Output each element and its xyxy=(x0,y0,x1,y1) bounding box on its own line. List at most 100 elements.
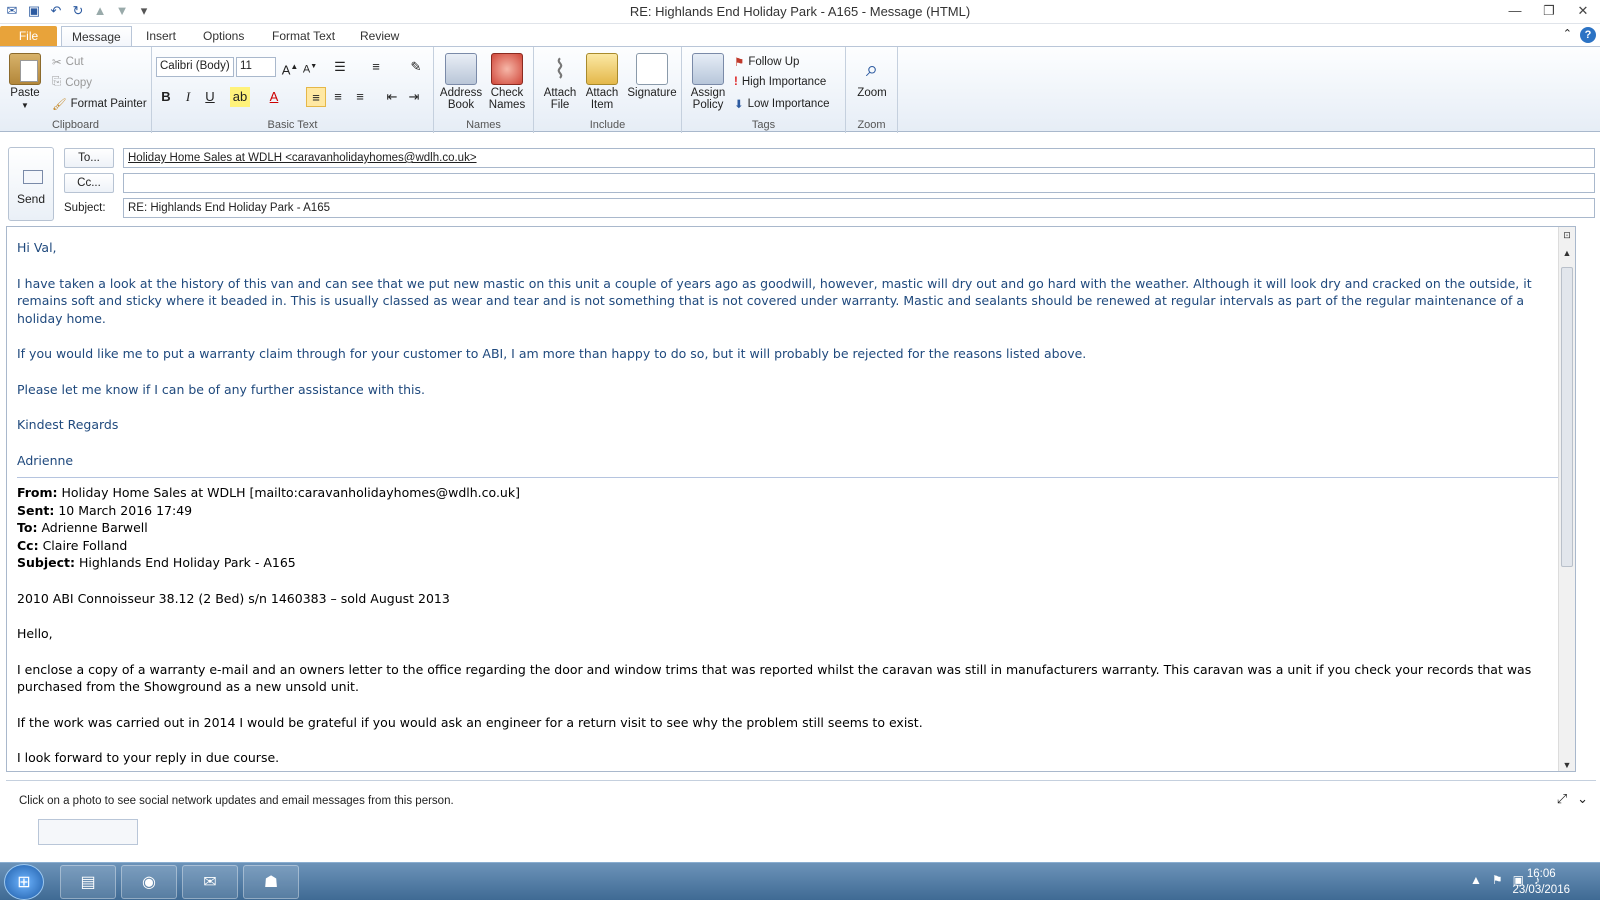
restore-button[interactable]: ❐ xyxy=(1532,0,1566,22)
italic-icon[interactable]: I xyxy=(178,87,198,107)
help-icon[interactable]: ? xyxy=(1580,27,1596,43)
shrink-font-icon[interactable]: A▼ xyxy=(300,57,320,77)
check-names-icon xyxy=(491,53,523,85)
tab-review[interactable]: Review xyxy=(350,26,409,46)
start-button[interactable]: ⊞ xyxy=(4,864,44,900)
format-painter-button[interactable]: 🖌 Format Painter xyxy=(52,97,147,111)
attach-item-button[interactable]: Attach Item xyxy=(582,53,622,111)
people-pane: Click on a photo to see social network u… xyxy=(6,780,1596,845)
title-bar: ✉ ▣ ↶ ↻ ▲ ▼ ▾ RE: Highlands End Holiday … xyxy=(0,0,1600,24)
to-recipient[interactable]: Holiday Home Sales at WDLH <caravanholid… xyxy=(128,152,477,164)
body-content[interactable]: Hi Val, I have taken a look at the histo… xyxy=(17,239,1565,771)
scroll-down-icon[interactable]: ▼ xyxy=(1559,757,1575,771)
clock-date: 23/03/2016 xyxy=(1512,884,1570,896)
original-to: Adrienne Barwell xyxy=(41,520,148,535)
signature-button[interactable]: Signature xyxy=(624,53,680,99)
explorer-task[interactable]: ▤ xyxy=(60,865,116,899)
decrease-indent-icon[interactable]: ⇤ xyxy=(382,87,402,107)
expand-icon[interactable]: ⤢ xyxy=(1557,791,1567,807)
increase-indent-icon[interactable]: ⇥ xyxy=(404,87,424,107)
scroll-up-icon[interactable]: ▲ xyxy=(1559,245,1575,261)
ribbon: Paste ▼ ✂ Cut ⎘ Copy 🖌 Format Painter Cl… xyxy=(0,46,1600,133)
tab-format-text[interactable]: Format Text xyxy=(262,26,345,46)
minimize-ribbon-icon[interactable]: ⌃ xyxy=(1563,27,1572,43)
follow-up-button[interactable]: ⚑ Follow Up xyxy=(734,55,799,69)
policy-icon xyxy=(692,53,724,85)
cc-button[interactable]: Cc... xyxy=(64,173,114,193)
group-include: ⌇ Attach File Attach Item Signature Incl… xyxy=(534,47,682,133)
clock-time: 16:06 xyxy=(1526,868,1556,880)
align-right-icon[interactable]: ≡ xyxy=(350,87,370,107)
group-label-basic-text: Basic Text xyxy=(267,119,318,131)
outlook-task[interactable]: ✉ xyxy=(182,865,238,899)
body-scrollbar[interactable]: ⊡ ▲ ▼ xyxy=(1558,227,1575,771)
to-button[interactable]: To... xyxy=(64,148,114,168)
exclamation-icon: ! xyxy=(734,76,738,88)
to-field[interactable]: Holiday Home Sales at WDLH <caravanholid… xyxy=(123,148,1595,168)
font-name-select[interactable]: Calibri (Body) xyxy=(156,57,234,77)
align-center-icon[interactable]: ≡ xyxy=(328,87,348,107)
tab-message[interactable]: Message xyxy=(61,26,132,46)
collapse-icon[interactable]: ⌄ xyxy=(1577,791,1588,807)
show-hidden-icon[interactable]: ▲ xyxy=(1470,873,1482,887)
reply-paragraph-1: I have taken a look at the history of th… xyxy=(17,275,1532,326)
group-basic-text: Calibri (Body) 11 A▲ A▼ ☰ ≡ ✎ B I U ab A… xyxy=(152,47,434,133)
underline-icon[interactable]: U xyxy=(200,87,220,107)
contact-photo[interactable] xyxy=(38,819,138,845)
group-names: Address Book Check Names Names xyxy=(434,47,534,133)
group-zoom: ⌕ Zoom Zoom xyxy=(846,47,898,133)
send-icon xyxy=(23,170,43,184)
arrow-down-icon: ⬇ xyxy=(734,99,744,111)
group-label-names: Names xyxy=(466,119,501,131)
people-icon: ☗ xyxy=(263,874,279,891)
close-button[interactable]: ✕ xyxy=(1566,0,1600,22)
window-controls: — ❐ ✕ xyxy=(1498,0,1600,22)
font-color-icon[interactable]: A xyxy=(264,87,284,107)
window-title: RE: Highlands End Holiday Park - A165 - … xyxy=(629,4,971,19)
font-size-select[interactable]: 11 xyxy=(236,57,276,77)
clock[interactable]: 16:06 23/03/2016 xyxy=(1512,866,1570,898)
highlight-icon[interactable]: ab xyxy=(230,87,250,107)
bullets-icon[interactable]: ☰ xyxy=(330,57,350,77)
original-from: Holiday Home Sales at WDLH [mailto:carav… xyxy=(61,485,520,500)
check-names-button[interactable]: Check Names xyxy=(484,53,530,111)
folder-icon: ▤ xyxy=(80,874,96,891)
signature-icon xyxy=(636,53,668,85)
group-tags: Assign Policy ⚑ Follow Up ! High Importa… xyxy=(682,47,846,133)
cut-button[interactable]: ✂ Cut xyxy=(52,55,84,69)
message-body[interactable]: Hi Val, I have taken a look at the histo… xyxy=(6,226,1576,772)
tab-insert[interactable]: Insert xyxy=(136,26,186,46)
original-subject: Highlands End Holiday Park - A165 xyxy=(78,555,296,570)
outlook-icon: ✉ xyxy=(203,874,217,891)
scroll-thumb[interactable] xyxy=(1561,267,1573,567)
ruler-icon[interactable]: ⊡ xyxy=(1559,227,1575,243)
bold-icon[interactable]: B xyxy=(156,87,176,107)
original-line-1: 2010 ABI Connoisseur 38.12 (2 Bed) s/n 1… xyxy=(17,590,450,606)
low-importance-button[interactable]: ⬇ Low Importance xyxy=(734,97,829,111)
subject-field[interactable]: RE: Highlands End Holiday Park - A165 xyxy=(123,198,1595,218)
zoom-button[interactable]: ⌕ Zoom xyxy=(852,53,892,99)
tab-file[interactable]: File xyxy=(0,26,57,46)
assign-policy-button[interactable]: Assign Policy xyxy=(686,53,730,111)
firefox-task[interactable]: ◉ xyxy=(121,865,177,899)
grow-font-icon[interactable]: A▲ xyxy=(280,57,300,77)
numbering-icon[interactable]: ≡ xyxy=(366,57,386,77)
address-book-button[interactable]: Address Book xyxy=(438,53,484,111)
tab-options[interactable]: Options xyxy=(193,26,254,46)
app-task[interactable]: ☗ xyxy=(243,865,299,899)
original-sent: 10 March 2016 17:49 xyxy=(58,502,193,518)
paste-button[interactable]: Paste ▼ xyxy=(8,53,42,111)
copy-button[interactable]: ⎘ Copy xyxy=(52,76,92,89)
envelope-icon xyxy=(586,53,618,85)
minimize-button[interactable]: — xyxy=(1498,0,1532,22)
align-left-icon[interactable]: ≡ xyxy=(306,87,326,107)
attach-file-button[interactable]: ⌇ Attach File xyxy=(540,53,580,111)
cc-field[interactable] xyxy=(123,173,1595,193)
original-message-body: 2010 ABI Connoisseur 38.12 (2 Bed) s/n 1… xyxy=(17,590,1565,767)
styles-icon[interactable]: ✎ xyxy=(406,57,426,77)
group-label-tags: Tags xyxy=(751,119,776,131)
flag-icon[interactable]: ⚑ xyxy=(1492,873,1503,887)
subject-label: Subject: xyxy=(64,202,106,214)
send-button[interactable]: Send xyxy=(8,147,54,221)
high-importance-button[interactable]: ! High Importance xyxy=(734,76,826,88)
